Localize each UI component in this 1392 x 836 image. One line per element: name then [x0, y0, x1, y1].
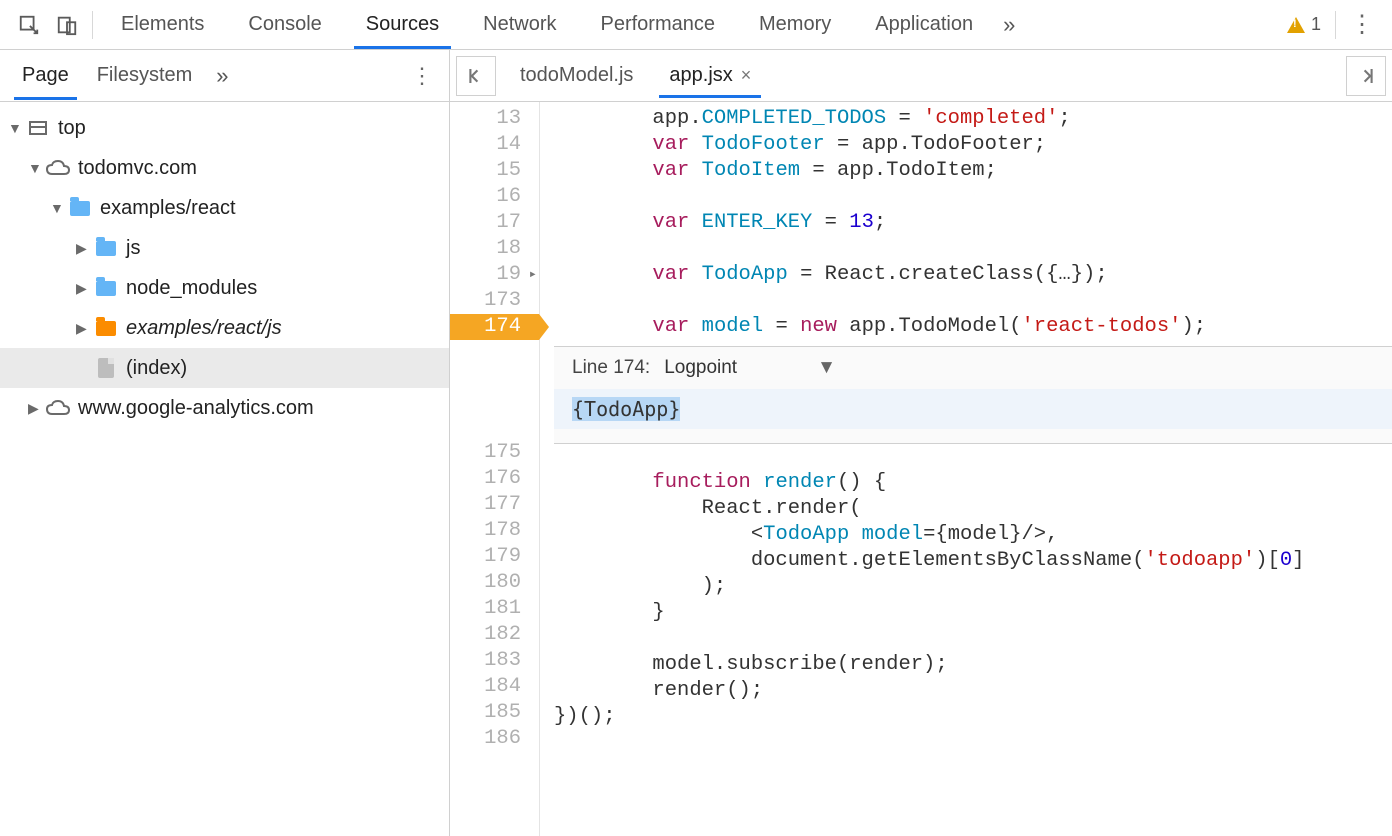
- nav-back-button[interactable]: [456, 56, 496, 96]
- line-number-breakpoint[interactable]: 174: [450, 314, 539, 340]
- line-number[interactable]: 185: [450, 700, 539, 726]
- line-gutter[interactable]: 13 14 15 16 17 18 19 173 174 175 176 177…: [450, 102, 540, 836]
- tab-elements[interactable]: Elements: [99, 1, 226, 48]
- editor-tab-bar: todoModel.js app.jsx ×: [450, 50, 1392, 102]
- tree-label: (index): [126, 357, 187, 380]
- tab-memory[interactable]: Memory: [737, 1, 853, 48]
- tab-performance[interactable]: Performance: [579, 1, 738, 48]
- file-tree: ▼ top ▼ todomvc.com ▼ examples/react ▶ j…: [0, 102, 449, 434]
- editor-panel: todoModel.js app.jsx × 13 14 15 16 17 18…: [450, 50, 1392, 836]
- breakpoint-line-label: Line 174:: [572, 357, 650, 379]
- more-navigator-tabs-icon[interactable]: »: [206, 63, 238, 89]
- cloud-icon: [46, 156, 70, 180]
- tab-sources[interactable]: Sources: [344, 1, 461, 48]
- tree-item-file[interactable]: (index): [0, 348, 449, 388]
- cloud-icon: [46, 396, 70, 420]
- warning-icon: [1287, 17, 1305, 33]
- device-toolbar-icon[interactable]: [48, 6, 86, 44]
- chevron-down-icon: ▼: [817, 357, 836, 379]
- devtools-tab-bar: Elements Console Sources Network Perform…: [0, 0, 1392, 50]
- warnings-badge[interactable]: 1: [1279, 14, 1329, 35]
- divider: [1335, 11, 1336, 39]
- tree-label: top: [58, 117, 86, 140]
- inspect-element-icon[interactable]: [10, 6, 48, 44]
- navigator-menu-icon[interactable]: ⋮: [403, 63, 441, 89]
- tree-item-folder[interactable]: ▶ node_modules: [0, 268, 449, 308]
- tree-item-folder[interactable]: ▶ examples/react/js: [0, 308, 449, 348]
- line-number[interactable]: 16: [450, 184, 539, 210]
- line-number[interactable]: 175: [450, 440, 539, 466]
- line-number[interactable]: 186: [450, 726, 539, 752]
- settings-menu-icon[interactable]: ⋮: [1342, 10, 1382, 39]
- caret-right-icon: ▶: [76, 280, 94, 297]
- close-icon[interactable]: ×: [741, 65, 752, 86]
- breakpoint-editor: Line 174: Logpoint ▼ {TodoApp}: [554, 346, 1392, 444]
- line-number[interactable]: 181: [450, 596, 539, 622]
- line-number[interactable]: 184: [450, 674, 539, 700]
- line-number[interactable]: 178: [450, 518, 539, 544]
- line-number[interactable]: 176: [450, 466, 539, 492]
- caret-right-icon: ▶: [76, 240, 94, 257]
- tree-label: node_modules: [126, 277, 257, 300]
- tree-item-domain[interactable]: ▼ todomvc.com: [0, 148, 449, 188]
- breakpoint-expression-value: {TodoApp}: [572, 397, 680, 421]
- line-number[interactable]: 182: [450, 622, 539, 648]
- line-number[interactable]: 180: [450, 570, 539, 596]
- folder-icon: [94, 276, 118, 300]
- navigator-tab-filesystem[interactable]: Filesystem: [83, 52, 207, 99]
- tab-network[interactable]: Network: [461, 1, 578, 48]
- caret-down-icon: ▼: [50, 200, 68, 216]
- more-tabs-icon[interactable]: »: [995, 12, 1023, 38]
- line-number-foldable[interactable]: 19: [450, 262, 539, 288]
- tree-item-domain[interactable]: ▶ www.google-analytics.com: [0, 388, 449, 428]
- folder-icon: [94, 236, 118, 260]
- warning-count: 1: [1311, 14, 1321, 35]
- caret-right-icon: ▶: [28, 400, 46, 417]
- tree-label: examples/react/js: [126, 317, 282, 340]
- tree-item-top[interactable]: ▼ top: [0, 108, 449, 148]
- line-number[interactable]: 179: [450, 544, 539, 570]
- window-icon: [26, 116, 50, 140]
- tree-label: todomvc.com: [78, 157, 197, 180]
- line-number[interactable]: 183: [450, 648, 539, 674]
- line-number[interactable]: 18: [450, 236, 539, 262]
- navigator-panel: Page Filesystem » ⋮ ▼ top ▼ todomvc.com …: [0, 50, 450, 836]
- editor-tab-label: app.jsx: [669, 64, 732, 87]
- line-number[interactable]: 13: [450, 106, 539, 132]
- caret-down-icon: ▼: [28, 160, 46, 176]
- line-number[interactable]: 177: [450, 492, 539, 518]
- tree-label: js: [126, 237, 140, 260]
- caret-right-icon: ▶: [76, 320, 94, 337]
- line-number[interactable]: 17: [450, 210, 539, 236]
- tree-label: www.google-analytics.com: [78, 397, 314, 420]
- tree-item-folder[interactable]: ▶ js: [0, 228, 449, 268]
- code-editor[interactable]: 13 14 15 16 17 18 19 173 174 175 176 177…: [450, 102, 1392, 836]
- file-icon: [94, 356, 118, 380]
- line-number[interactable]: 15: [450, 158, 539, 184]
- breakpoint-type-select[interactable]: Logpoint ▼: [664, 357, 836, 379]
- line-number[interactable]: 14: [450, 132, 539, 158]
- editor-tab-todomodel[interactable]: todoModel.js: [502, 54, 651, 97]
- navigator-tabs: Page Filesystem » ⋮: [0, 50, 449, 102]
- navigator-tab-page[interactable]: Page: [8, 52, 83, 99]
- breakpoint-type-value: Logpoint: [664, 357, 737, 379]
- tab-application[interactable]: Application: [853, 1, 995, 48]
- tree-label: examples/react: [100, 197, 236, 220]
- line-number[interactable]: 173: [450, 288, 539, 314]
- code-area[interactable]: app.COMPLETED_TODOS = 'completed'; var T…: [540, 102, 1392, 836]
- tab-console[interactable]: Console: [226, 1, 343, 48]
- editor-tab-appjsx[interactable]: app.jsx ×: [651, 54, 769, 97]
- caret-down-icon: ▼: [8, 120, 26, 136]
- editor-tab-label: todoModel.js: [520, 64, 633, 87]
- show-debugger-button[interactable]: [1346, 56, 1386, 96]
- tree-item-folder[interactable]: ▼ examples/react: [0, 188, 449, 228]
- divider: [92, 11, 93, 39]
- breakpoint-expression-input[interactable]: {TodoApp}: [554, 389, 1392, 429]
- folder-icon: [68, 196, 92, 220]
- folder-icon: [94, 316, 118, 340]
